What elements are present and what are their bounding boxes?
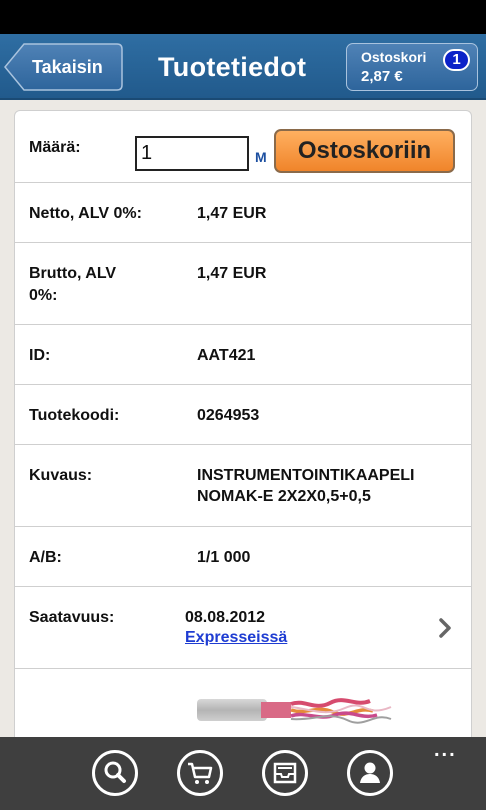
ab-label: A/B: <box>29 549 62 566</box>
availability-link[interactable]: Expresseissä <box>185 629 287 647</box>
app-bar: ... <box>0 737 486 810</box>
brutto-row: Brutto, ALV 0%: 1,47 EUR <box>15 243 471 325</box>
more-menu-button[interactable]: ... <box>434 739 457 762</box>
tuotekoodi-row: Tuotekoodi: 0264953 <box>15 385 471 445</box>
tuotekoodi-label: Tuotekoodi: <box>29 407 120 424</box>
brutto-label-line2: 0%: <box>29 287 58 304</box>
ab-value: 1/1 000 <box>197 549 251 566</box>
cart-total: 2,87 € <box>361 68 403 85</box>
inbox-button[interactable] <box>261 749 309 797</box>
back-button[interactable]: Takaisin <box>4 43 123 91</box>
kuvaus-value-line2: NOMAK-E 2X2X0,5+0,5 <box>197 488 371 505</box>
brutto-value: 1,47 EUR <box>197 265 267 282</box>
cart-label: Ostoskori <box>361 49 427 65</box>
product-details-card: Määrä: M Ostoskoriin Netto, ALV 0%: 1,47… <box>14 110 472 750</box>
quantity-unit: M <box>255 149 267 165</box>
chevron-right-icon[interactable] <box>437 617 453 639</box>
saatavuus-date: 08.08.2012 <box>185 609 266 626</box>
id-label: ID: <box>29 347 51 364</box>
page-title: Tuotetiedot <box>158 52 307 82</box>
netto-label: Netto, ALV 0%: <box>29 205 142 222</box>
cart-nav-button[interactable] <box>176 749 224 797</box>
back-button-label: Takaisin <box>32 57 103 77</box>
tuotekoodi-value: 0264953 <box>197 407 260 424</box>
brutto-label-line1: Brutto, ALV <box>29 265 117 282</box>
quantity-label: Määrä: <box>29 139 81 156</box>
account-button[interactable] <box>346 749 394 797</box>
search-button[interactable] <box>91 749 139 797</box>
add-to-cart-button[interactable]: Ostoskoriin <box>274 129 455 173</box>
cart-button[interactable]: Ostoskori 2,87 € 1 <box>346 43 478 91</box>
id-row: ID: AAT421 <box>15 325 471 385</box>
cart-count-badge: 1 <box>443 49 470 71</box>
quantity-row: Määrä: M Ostoskoriin <box>15 111 471 183</box>
saatavuus-row[interactable]: Saatavuus: 08.08.2012 Expresseissä <box>15 587 471 669</box>
user-icon <box>347 750 393 796</box>
kuvaus-label: Kuvaus: <box>29 467 93 484</box>
header: Takaisin Tuotetiedot Ostoskori 2,87 € 1 <box>0 34 486 100</box>
id-value: AAT421 <box>197 347 256 364</box>
cart-icon <box>177 750 223 796</box>
quantity-input[interactable] <box>135 136 249 171</box>
kuvaus-row: Kuvaus: INSTRUMENTOINTIKAAPELI NOMAK-E 2… <box>15 445 471 527</box>
netto-row: Netto, ALV 0%: 1,47 EUR <box>15 183 471 243</box>
search-icon <box>92 750 138 796</box>
saatavuus-label: Saatavuus: <box>29 609 115 626</box>
status-bar <box>0 0 486 34</box>
cable-product-image <box>197 698 392 724</box>
kuvaus-value-line1: INSTRUMENTOINTIKAAPELI <box>197 467 415 484</box>
inbox-icon <box>262 750 308 796</box>
netto-value: 1,47 EUR <box>197 205 267 222</box>
ab-row: A/B: 1/1 000 <box>15 527 471 587</box>
